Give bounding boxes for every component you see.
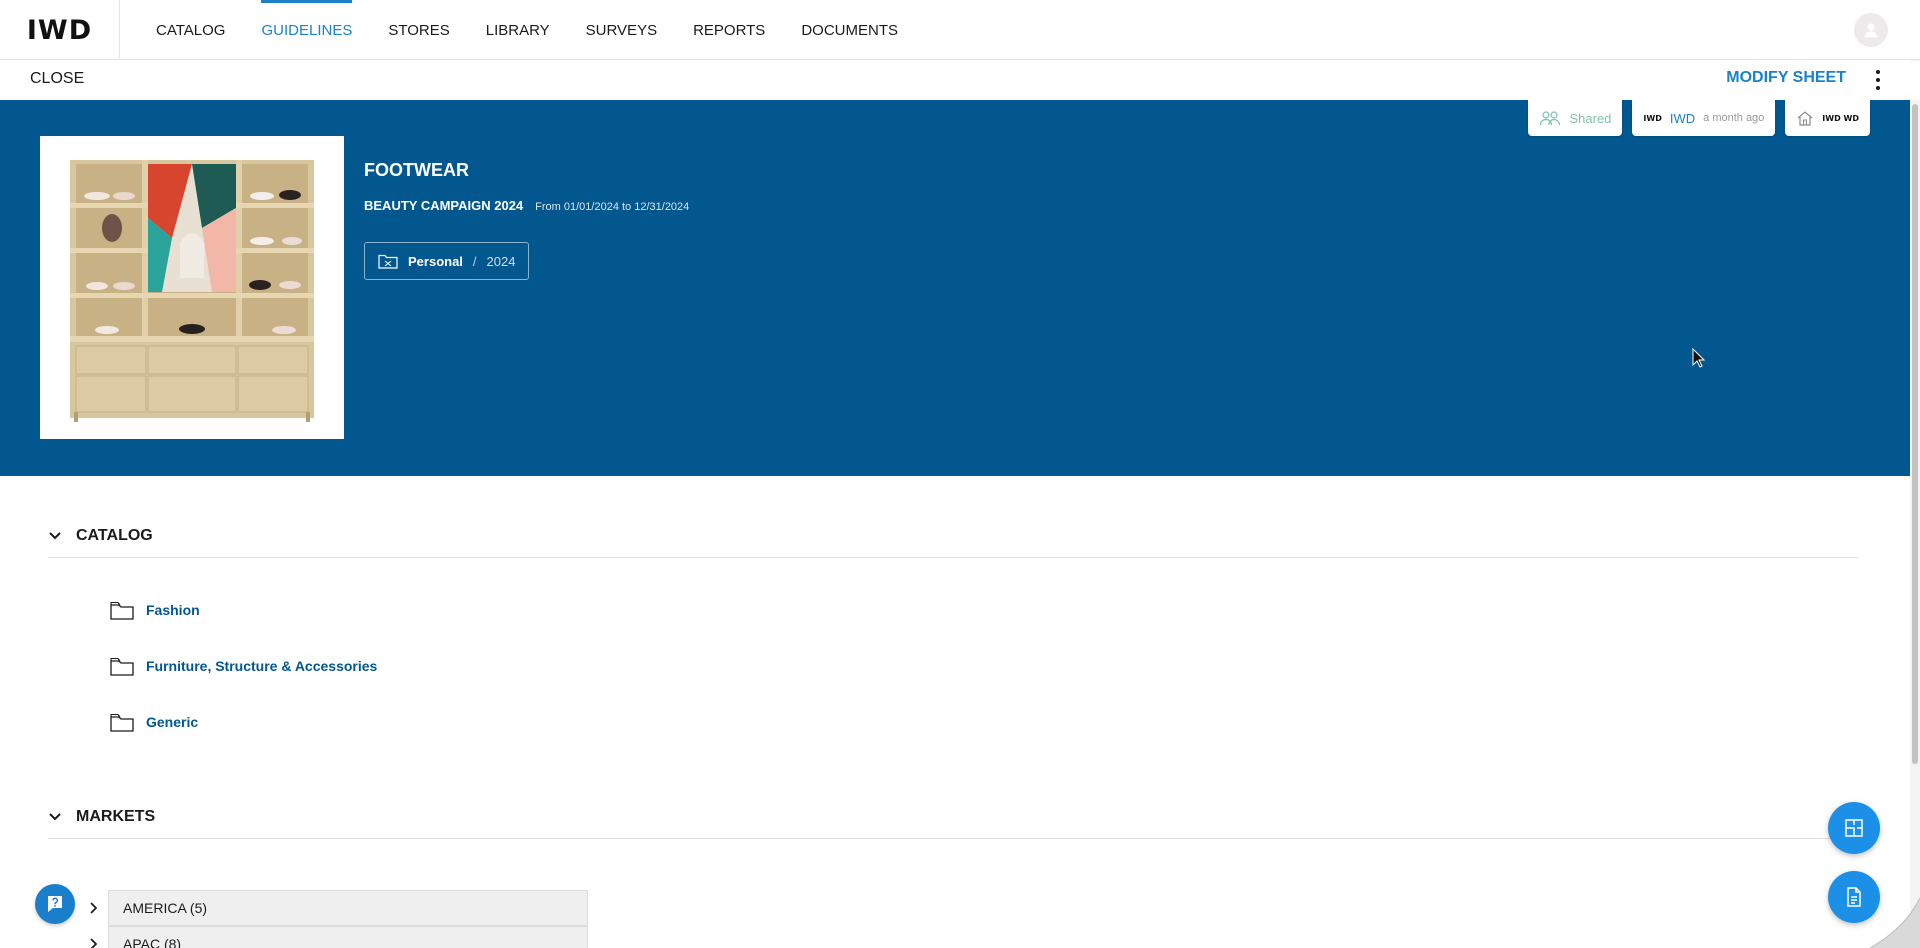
catalog-item-fashion[interactable]: Fashion bbox=[110, 582, 377, 638]
markets-list: AMERICA (5) APAC (8) bbox=[80, 890, 590, 948]
more-vertical-icon[interactable] bbox=[1868, 68, 1888, 92]
catalog-item-furniture[interactable]: Furniture, Structure & Accessories bbox=[110, 638, 377, 694]
market-item-apac[interactable]: APAC (8) bbox=[108, 926, 588, 948]
shared-label: Shared bbox=[1569, 110, 1612, 126]
chevron-right-icon[interactable] bbox=[80, 938, 106, 948]
author-tag[interactable]: IWD IWD a month ago bbox=[1632, 100, 1776, 136]
top-navigation: IWD CATALOG GUIDELINES STORES LIBRARY SU… bbox=[0, 0, 1920, 60]
author-time: a month ago bbox=[1703, 112, 1765, 124]
help-chat-button[interactable] bbox=[35, 884, 75, 924]
catalog-section-header[interactable]: CATALOG bbox=[48, 514, 1858, 558]
folder-name: Personal bbox=[408, 253, 463, 269]
sheet-hero: FOOTWEAR BEAUTY CAMPAIGN 2024 From 01/01… bbox=[0, 100, 1910, 476]
catalog-item-generic[interactable]: Generic bbox=[110, 694, 377, 750]
folder-icon bbox=[110, 601, 134, 620]
market-row: APAC (8) bbox=[80, 926, 590, 948]
floorplan-button[interactable] bbox=[1828, 802, 1880, 854]
catalog-item-label: Generic bbox=[146, 714, 199, 730]
shared-tag[interactable]: Shared bbox=[1528, 100, 1623, 136]
page-curl-decoration bbox=[1869, 897, 1920, 948]
nav-item-reports[interactable]: REPORTS bbox=[675, 0, 783, 60]
catalog-section-title: CATALOG bbox=[76, 526, 153, 544]
help-icon bbox=[48, 896, 62, 912]
market-item-america[interactable]: AMERICA (5) bbox=[108, 890, 588, 926]
mouse-cursor-icon bbox=[1692, 348, 1706, 368]
folder-icon bbox=[378, 253, 398, 269]
nav-item-stores[interactable]: STORES bbox=[370, 0, 467, 60]
folder-separator: / bbox=[472, 253, 477, 269]
sheet-title: FOOTWEAR bbox=[364, 160, 469, 180]
markets-section-header[interactable]: MARKETS bbox=[48, 795, 1858, 839]
nav-item-guidelines[interactable]: GUIDELINES bbox=[243, 0, 370, 60]
markets-section-title: MARKETS bbox=[76, 807, 156, 825]
catalog-list: Fashion Furniture, Structure & Accessori… bbox=[110, 596, 377, 750]
main-nav: CATALOG GUIDELINES STORES LIBRARY SURVEY… bbox=[138, 0, 916, 60]
catalog-item-label: Furniture, Structure & Accessories bbox=[146, 658, 378, 674]
campaign-row: BEAUTY CAMPAIGN 2024 From 01/01/2024 to … bbox=[364, 198, 689, 213]
author-name: IWD bbox=[1669, 110, 1696, 126]
chevron-down-icon bbox=[48, 812, 62, 822]
folder-icon bbox=[110, 713, 134, 732]
user-avatar[interactable] bbox=[1854, 13, 1888, 47]
modify-sheet-button[interactable]: MODIFY SHEET bbox=[1726, 69, 1846, 87]
sheet-tags: Shared IWD IWD a month ago IWD WD bbox=[1528, 100, 1870, 136]
user-icon bbox=[1864, 23, 1878, 38]
furniture-image bbox=[52, 148, 332, 427]
chevron-down-icon bbox=[48, 531, 62, 541]
nav-item-catalog[interactable]: CATALOG bbox=[138, 0, 243, 60]
author-logo: IWD bbox=[1643, 113, 1662, 123]
campaign-name: BEAUTY CAMPAIGN 2024 bbox=[364, 198, 524, 213]
folder-year: 2024 bbox=[486, 253, 516, 269]
nav-item-documents[interactable]: DOCUMENTS bbox=[783, 0, 916, 60]
floorplan-icon bbox=[1845, 819, 1863, 837]
users-icon bbox=[1540, 111, 1561, 126]
close-button[interactable]: CLOSE bbox=[30, 70, 84, 88]
sheet-thumbnail[interactable] bbox=[40, 136, 344, 439]
brand-logo-text: IWD bbox=[26, 14, 93, 46]
nav-item-surveys[interactable]: SURVEYS bbox=[568, 0, 675, 60]
page-scrollbar[interactable] bbox=[1910, 100, 1920, 948]
store-tag[interactable]: IWD WD bbox=[1785, 100, 1870, 136]
folder-chip[interactable]: Personal / 2024 bbox=[364, 242, 530, 280]
store-logo: IWD WD bbox=[1822, 113, 1859, 123]
nav-item-library[interactable]: LIBRARY bbox=[468, 0, 568, 60]
chevron-right-icon[interactable] bbox=[80, 902, 106, 914]
campaign-dates: From 01/01/2024 to 12/31/2024 bbox=[535, 201, 690, 213]
brand-logo[interactable]: IWD bbox=[0, 0, 120, 60]
scrollbar-thumb[interactable] bbox=[1912, 104, 1918, 764]
sheet-toolbar: CLOSE MODIFY SHEET bbox=[0, 60, 1910, 100]
catalog-item-label: Fashion bbox=[146, 602, 200, 618]
market-row: AMERICA (5) bbox=[80, 890, 590, 926]
folder-icon bbox=[110, 657, 134, 676]
home-icon bbox=[1797, 111, 1813, 126]
